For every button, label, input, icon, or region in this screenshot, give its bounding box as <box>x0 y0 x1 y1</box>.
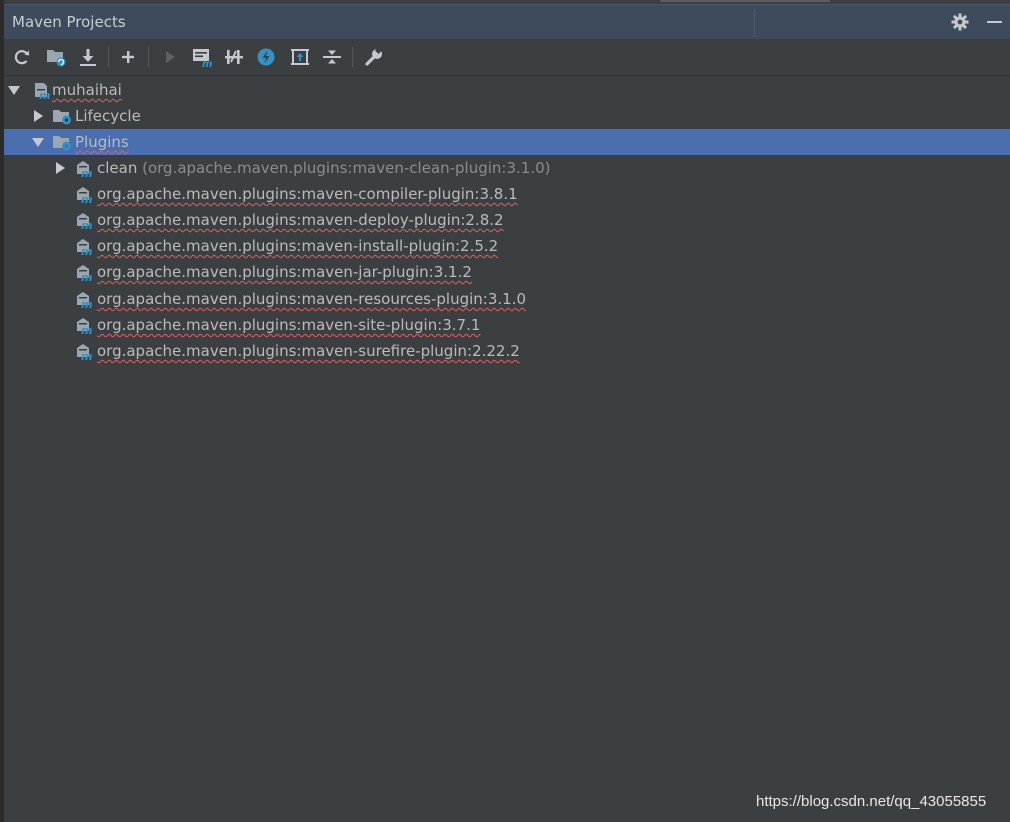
tree-row-plugin[interactable]: m org.apache.maven.plugins:maven-install… <box>4 233 1010 259</box>
plugin-label: org.apache.maven.plugins:maven-resources… <box>97 290 527 308</box>
expand-arrow-down-icon[interactable] <box>8 84 20 96</box>
tree-row-plugin[interactable]: m org.apache.maven.plugins:maven-site-pl… <box>4 312 1010 338</box>
tree-row-plugin[interactable]: m org.apache.maven.plugins:maven-jar-plu… <box>4 259 1010 285</box>
minimize-icon[interactable] <box>984 12 1004 32</box>
tree-row-plugin[interactable]: m org.apache.maven.plugins:maven-compile… <box>4 181 1010 207</box>
plugins-label: Plugins <box>75 133 129 151</box>
tree-row-plugin[interactable]: m org.apache.maven.plugins:maven-resourc… <box>4 286 1010 312</box>
maven-plugin-icon: m <box>77 213 92 229</box>
svg-text:m: m <box>81 350 92 360</box>
expand-arrow-right-icon[interactable] <box>54 162 66 174</box>
plugin-clean-coordinates: (org.apache.maven.plugins:maven-clean-pl… <box>142 159 551 177</box>
wrench-icon[interactable] <box>362 45 386 69</box>
plugins-folder-icon <box>53 136 71 151</box>
watermark-url: https://blog.csdn.net/qq_43055855 <box>756 793 987 810</box>
project-name: muhaihai <box>52 81 122 99</box>
plus-icon[interactable] <box>116 45 140 69</box>
execute-goal-icon[interactable]: m <box>190 45 214 69</box>
skip-tests-icon[interactable] <box>254 45 278 69</box>
editor-tab-edge <box>660 0 830 2</box>
expand-arrow-down-icon[interactable] <box>32 136 44 148</box>
plugin-clean-label: clean (org.apache.maven.plugins:maven-cl… <box>97 159 551 177</box>
tool-window-header: Maven Projects <box>4 4 1010 39</box>
header-divider <box>754 9 755 37</box>
tree-row-lifecycle[interactable]: Lifecycle <box>4 103 1010 129</box>
tree-row-plugin[interactable]: m org.apache.maven.plugins:maven-surefir… <box>4 338 1010 364</box>
maven-plugin-icon: m <box>77 187 92 203</box>
maven-plugin-icon: m <box>77 344 92 360</box>
plugin-label: org.apache.maven.plugins:maven-deploy-pl… <box>97 211 504 229</box>
svg-text:m: m <box>81 219 92 229</box>
maven-toolbar: m <box>4 39 1010 76</box>
svg-text:m: m <box>81 324 92 334</box>
offline-toggle-icon[interactable] <box>222 45 246 69</box>
gear-icon[interactable] <box>950 12 970 32</box>
folder-generate-icon[interactable] <box>44 45 68 69</box>
svg-text:m: m <box>81 245 92 255</box>
maven-module-icon: m <box>35 83 50 99</box>
plugin-label: org.apache.maven.plugins:maven-install-p… <box>97 237 499 255</box>
download-icon[interactable] <box>76 45 100 69</box>
plugin-label: org.apache.maven.plugins:maven-surefire-… <box>97 342 520 360</box>
svg-text:m: m <box>81 167 92 177</box>
toolbar-separator <box>108 47 109 67</box>
tree-row-clean[interactable]: m clean (org.apache.maven.plugins:maven-… <box>4 155 1010 181</box>
maven-plugin-icon: m <box>77 292 92 308</box>
svg-text:m: m <box>81 298 92 308</box>
tree-row-project[interactable]: m muhaihai <box>4 77 1010 103</box>
tree-row-plugins[interactable]: Plugins <box>4 129 1010 155</box>
svg-text:m: m <box>39 89 50 99</box>
plugin-clean-name: clean <box>97 159 138 177</box>
maven-plugin-icon: m <box>77 318 92 334</box>
svg-text:m: m <box>81 193 92 203</box>
tree-row-plugin[interactable]: m org.apache.maven.plugins:maven-deploy-… <box>4 207 1010 233</box>
maven-project-tree: m muhaihai Lifecycle Plugins m clean (or… <box>4 76 1010 822</box>
maven-plugin-icon: m <box>77 161 92 177</box>
collapse-all-icon[interactable] <box>320 45 344 69</box>
plugin-label: org.apache.maven.plugins:maven-compiler-… <box>97 185 518 203</box>
expand-arrow-right-icon[interactable] <box>32 110 44 122</box>
maven-plugin-icon: m <box>77 239 92 255</box>
dependencies-icon[interactable] <box>288 45 312 69</box>
lifecycle-label: Lifecycle <box>75 107 141 125</box>
tool-window-title: Maven Projects <box>12 13 126 31</box>
plugin-label: org.apache.maven.plugins:maven-jar-plugi… <box>97 263 472 281</box>
svg-text:m: m <box>81 271 92 281</box>
svg-text:m: m <box>202 59 212 68</box>
lifecycle-folder-icon <box>53 110 71 125</box>
plugin-label: org.apache.maven.plugins:maven-site-plug… <box>97 316 481 334</box>
run-icon[interactable] <box>158 45 182 69</box>
maven-plugin-icon: m <box>77 265 92 281</box>
toolbar-separator <box>352 47 353 67</box>
refresh-icon[interactable] <box>10 45 34 69</box>
toolbar-separator <box>148 47 149 67</box>
